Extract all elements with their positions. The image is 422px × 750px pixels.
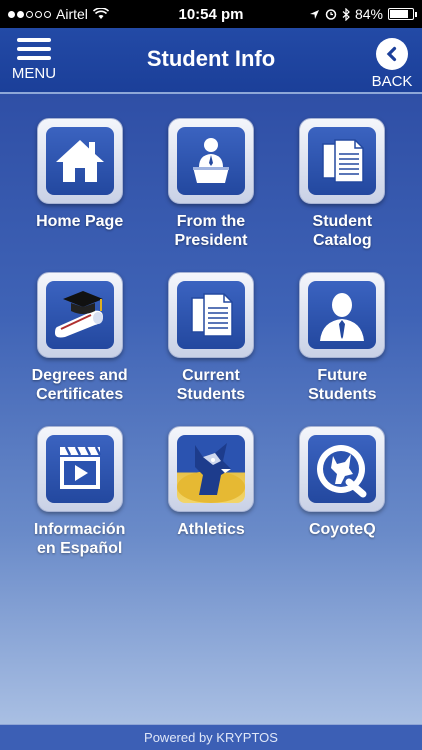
- carrier-name: Airtel: [56, 6, 88, 22]
- tile-label: Student Catalog: [312, 213, 373, 249]
- tile-coyoteq[interactable]: CoyoteQ: [282, 426, 402, 572]
- house-icon: [55, 140, 104, 182]
- person-silhouette-icon: [320, 293, 365, 341]
- tile-grid: Home Page From the President Student Cat…: [0, 118, 422, 580]
- document-stack-icon: [191, 293, 233, 337]
- back-label: BACK: [371, 73, 413, 90]
- location-arrow-icon: [309, 9, 319, 19]
- battery-percent: 84%: [354, 6, 383, 22]
- bluetooth-icon: [342, 7, 350, 21]
- video-play-icon: [59, 446, 101, 489]
- coyote-q-logo-icon: [317, 445, 367, 498]
- tile-from-the-president[interactable]: From the President: [151, 118, 271, 264]
- coyote-mascot-icon: [176, 443, 245, 503]
- tile-label: CoyoteQ: [308, 521, 376, 538]
- tile-degrees-and-certificates[interactable]: Degrees and Certificates: [20, 272, 140, 418]
- footer-bar: Powered by KRYPTOS: [0, 724, 422, 750]
- tile-future-students[interactable]: Future Students: [282, 272, 402, 418]
- battery-level: [390, 10, 409, 18]
- back-button[interactable]: BACK: [368, 38, 416, 90]
- wifi-icon: [92, 8, 109, 19]
- clock: 10:54 pm: [178, 5, 244, 23]
- tile-home-page[interactable]: Home Page: [20, 118, 140, 264]
- tile-athletics[interactable]: Athletics: [151, 426, 271, 572]
- status-left: Airtel: [8, 6, 109, 22]
- tile-label: Future Students: [308, 367, 377, 403]
- tile-informacion-en-espanol[interactable]: Información en Español: [20, 426, 140, 572]
- footer-credit: Powered by KRYPTOS: [144, 730, 278, 745]
- tile-current-students[interactable]: Current Students: [151, 272, 271, 418]
- page-title: Student Info: [146, 46, 276, 71]
- tile-label: Home Page: [36, 213, 124, 230]
- menu-label: MENU: [11, 65, 57, 82]
- status-right: 84%: [309, 6, 417, 22]
- tile-label: Athletics: [177, 521, 245, 538]
- menu-button[interactable]: MENU: [8, 38, 60, 86]
- graduation-cap-diploma-icon: [54, 291, 103, 338]
- chevron-left-icon: [376, 38, 408, 70]
- tile-label: Current Students: [176, 367, 246, 403]
- president-podium-icon: [192, 138, 229, 183]
- tile-grid-area: Home Page From the President Student Cat…: [0, 94, 422, 724]
- tile-label: Información en Español: [33, 521, 126, 557]
- document-stack-icon: [322, 139, 365, 183]
- tile-student-catalog[interactable]: Student Catalog: [282, 118, 402, 264]
- status-bar: Airtel 10:54 pm 84%: [0, 0, 422, 28]
- battery-icon: [388, 8, 417, 20]
- signal-strength-icon: [8, 10, 51, 18]
- header-bar: MENU Student Info BACK: [0, 28, 422, 94]
- tile-label: From the President: [174, 213, 248, 249]
- tile-label: Degrees and Certificates: [31, 367, 128, 403]
- alarm-clock-icon: [325, 9, 337, 20]
- hamburger-icon: [17, 38, 51, 60]
